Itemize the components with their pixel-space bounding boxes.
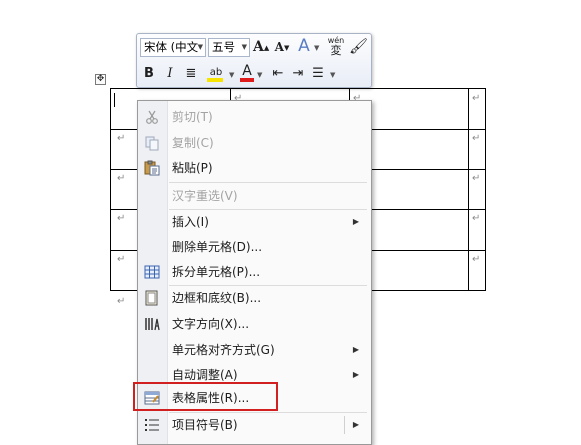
italic-button[interactable]: I — [163, 64, 177, 83]
increase-indent-icon: ⇥ — [292, 66, 304, 81]
chevron-down-icon[interactable]: ▼ — [330, 71, 335, 79]
menu-item-label: 拆分单元格(P)... — [172, 265, 261, 279]
submenu-arrow-icon: ▶ — [352, 370, 359, 379]
cell-end-mark: ↵ — [117, 213, 126, 224]
decrease-indent-button[interactable]: ⇤ — [270, 64, 286, 83]
align-center-icon: ≣ — [185, 66, 197, 81]
split-button-divider — [344, 416, 345, 434]
bullets-icon — [144, 417, 160, 433]
submenu-arrow-icon: ▶ — [352, 345, 359, 354]
caret-down-icon: ▼ — [283, 43, 290, 52]
menu-item-label: 插入(I) — [172, 215, 209, 229]
highlight-color-swatch — [207, 78, 223, 82]
chevron-down-icon: ▼ — [197, 43, 203, 51]
highlight-button[interactable]: ab — [205, 63, 227, 82]
menu-item-paste[interactable]: 粘贴(P) — [138, 156, 371, 180]
font-name-value: 宋体 (中文 — [144, 40, 199, 54]
chevron-down-icon[interactable]: ▼ — [229, 71, 234, 79]
cell-end-mark: ↵ — [472, 254, 481, 265]
menu-item-label: 剪切(T) — [172, 110, 213, 124]
cell-end-mark: ↵ — [472, 93, 481, 104]
chevron-down-icon[interactable]: ▼ — [314, 44, 319, 52]
phonetic-guide-button[interactable]: wén 変 — [325, 36, 347, 58]
scissors-icon — [144, 109, 160, 125]
bullets-icon: ☰ — [312, 66, 324, 81]
format-painter-button[interactable]: 🖌 — [349, 37, 369, 56]
text-caret — [114, 93, 115, 107]
table-col-line — [468, 89, 469, 290]
copy-icon — [144, 135, 160, 151]
decrease-indent-icon: ⇤ — [272, 66, 284, 81]
menu-item-label: 项目符号(B) — [172, 418, 238, 432]
menu-item-label: 粘贴(P) — [172, 161, 213, 175]
text-direction-icon — [144, 316, 160, 332]
menu-item-cell-alignment[interactable]: 单元格对齐方式(G) ▶ — [138, 338, 371, 362]
grow-font-button[interactable]: A▲ — [253, 38, 269, 57]
menu-item-split-cells[interactable]: 拆分单元格(P)... — [138, 260, 371, 284]
font-size-value: 五号 — [212, 40, 235, 54]
center-align-button[interactable]: ≣ — [183, 64, 199, 83]
format-painter-icon: 🖌 — [349, 37, 369, 55]
menu-item-label: 复制(C) — [172, 136, 214, 150]
font-name-combo[interactable]: 宋体 (中文 ▼ — [140, 38, 206, 57]
menu-item-insert[interactable]: 插入(I) ▶ — [138, 210, 371, 234]
increase-indent-button[interactable]: ⇥ — [290, 64, 306, 83]
paste-icon — [144, 160, 160, 176]
grow-font-label: A — [253, 39, 264, 55]
phonetic-bottom: 変 — [330, 44, 342, 57]
font-color-swatch — [240, 78, 254, 82]
shrink-font-button[interactable]: A▼ — [274, 38, 290, 57]
cell-end-mark: ↵ — [117, 173, 126, 184]
menu-item-label: 边框和底纹(B)... — [172, 291, 262, 305]
cell-end-mark: ↵ — [117, 133, 126, 144]
caret-up-icon: ▲ — [263, 43, 270, 52]
font-size-combo[interactable]: 五号 ▼ — [208, 38, 250, 57]
table-move-handle[interactable]: ✥ — [95, 74, 106, 85]
borders-shading-icon — [144, 290, 160, 306]
submenu-arrow-icon[interactable]: ▶ — [353, 413, 359, 437]
menu-item-label: 文字方向(X)... — [172, 317, 250, 331]
menu-item-delete-cells[interactable]: 删除单元格(D)... — [138, 235, 371, 259]
menu-item-text-direction[interactable]: 文字方向(X)... — [138, 312, 371, 336]
menu-item-reconvert[interactable]: 汉字重选(V) — [138, 184, 371, 208]
chevron-down-icon: ▼ — [241, 43, 247, 51]
cell-end-mark: ↵ — [472, 133, 481, 144]
text-effect-label: A — [298, 36, 310, 56]
paragraph-mark: ↵ — [117, 296, 126, 307]
menu-item-bullets[interactable]: 项目符号(B) ▶ — [138, 413, 371, 437]
highlight-label: ab — [209, 67, 223, 78]
bold-button[interactable]: B — [142, 64, 156, 83]
text-effect-button[interactable]: A — [295, 37, 313, 56]
shrink-font-label: A — [274, 40, 284, 54]
cell-end-mark: ↵ — [117, 254, 126, 265]
menu-item-label: 单元格对齐方式(G) — [172, 343, 275, 357]
bold-label: B — [144, 66, 154, 81]
menu-item-borders-shading[interactable]: 边框和底纹(B)... — [138, 286, 371, 310]
chevron-down-icon[interactable]: ▼ — [257, 71, 262, 79]
mini-formatting-toolbar: 宋体 (中文 ▼ 五号 ▼ A▲ A▼ A ▼ wén 変 🖌 B I ≣ ab… — [136, 33, 372, 88]
menu-item-cut[interactable]: 剪切(T) — [138, 105, 371, 129]
annotation-highlight-box — [133, 382, 278, 411]
cell-end-mark: ↵ — [472, 173, 481, 184]
cell-end-mark: ↵ — [472, 213, 481, 224]
menu-item-copy[interactable]: 复制(C) — [138, 131, 371, 155]
bullets-button[interactable]: ☰ — [310, 64, 326, 83]
font-color-label: A — [242, 63, 252, 79]
split-cells-icon — [144, 264, 160, 280]
menu-item-label: 汉字重选(V) — [172, 189, 238, 203]
italic-label: I — [167, 66, 173, 81]
menu-item-label: 删除单元格(D)... — [172, 240, 263, 254]
submenu-arrow-icon: ▶ — [352, 217, 359, 226]
menu-separator — [169, 182, 367, 183]
font-color-button[interactable]: A — [239, 62, 255, 82]
